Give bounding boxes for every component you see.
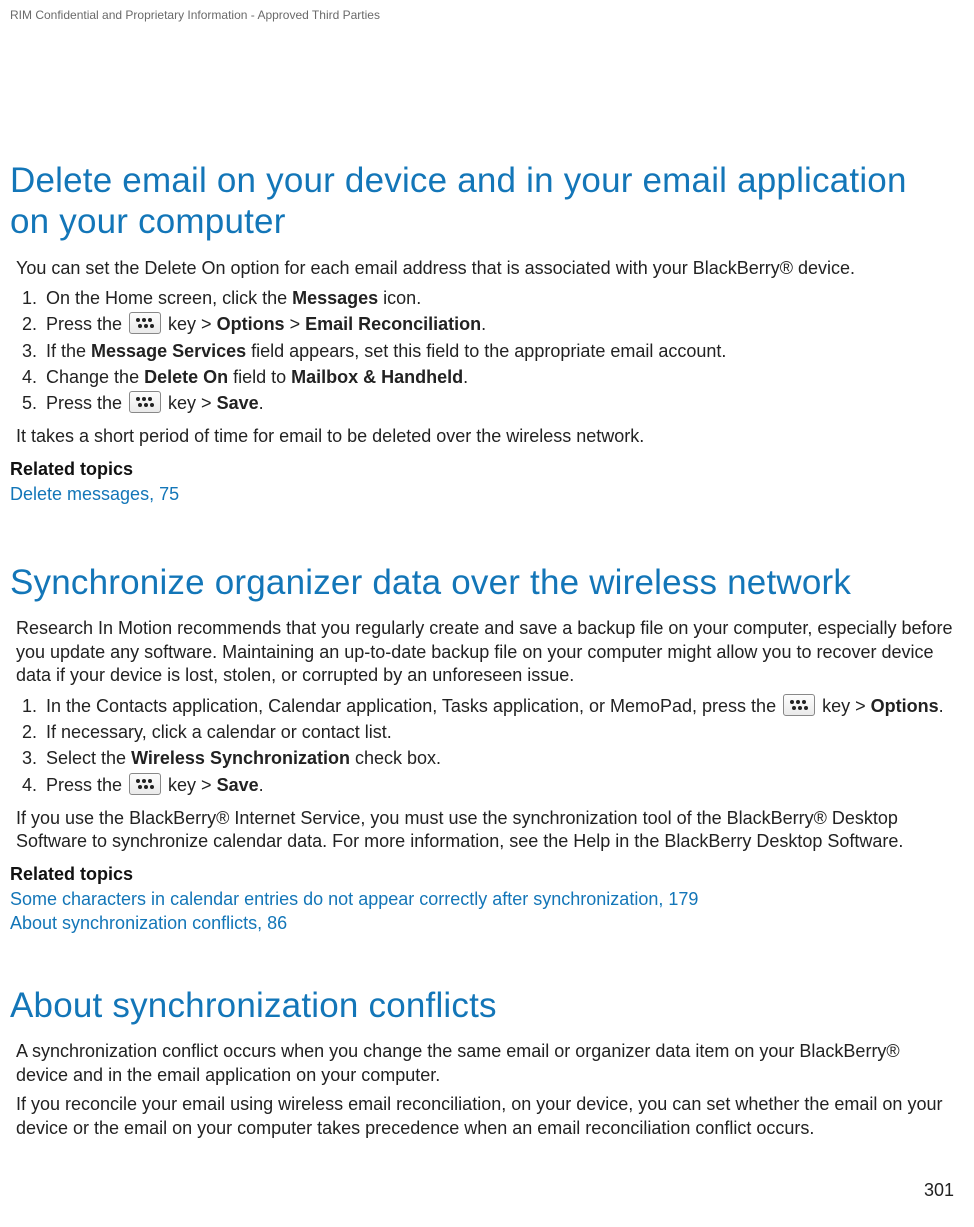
step-text: Select the xyxy=(46,748,131,768)
step-text: . xyxy=(259,775,264,795)
step-text: . xyxy=(481,314,486,334)
list-item: Press the key > Options > Email Reconcil… xyxy=(42,312,954,336)
step-bold: Email Reconciliation xyxy=(305,314,481,334)
step-text: Change the xyxy=(46,367,144,387)
step-bold: Delete On xyxy=(144,367,228,387)
step-text: icon. xyxy=(378,288,421,308)
list-item: On the Home screen, click the Messages i… xyxy=(42,286,954,310)
step-text: key > xyxy=(163,314,217,334)
section-heading-about-conflicts: About synchronization conflicts xyxy=(10,985,954,1026)
page-number: 301 xyxy=(924,1180,954,1201)
step-bold: Options xyxy=(871,696,939,716)
step-bold: Wireless Synchronization xyxy=(131,748,350,768)
step-text: . xyxy=(939,696,944,716)
step-text: > xyxy=(285,314,306,334)
step-text: . xyxy=(259,393,264,413)
intro-text: You can set the Delete On option for eac… xyxy=(16,257,954,280)
list-item: In the Contacts application, Calendar ap… xyxy=(42,694,954,718)
list-item: Select the Wireless Synchronization chec… xyxy=(42,746,954,770)
list-item: If the Message Services field appears, s… xyxy=(42,339,954,363)
step-bold: Mailbox & Handheld xyxy=(291,367,463,387)
related-link-delete-messages[interactable]: Delete messages, 75 xyxy=(10,482,954,506)
step-bold: Save xyxy=(217,393,259,413)
step-text: Press the xyxy=(46,314,127,334)
step-text: key > xyxy=(817,696,871,716)
section-heading-sync-organizer: Synchronize organizer data over the wire… xyxy=(10,562,954,603)
intro-text: Research In Motion recommends that you r… xyxy=(16,617,954,687)
steps-list-delete-email: On the Home screen, click the Messages i… xyxy=(16,286,954,415)
step-bold: Save xyxy=(217,775,259,795)
note-text: It takes a short period of time for emai… xyxy=(16,425,954,448)
step-bold: Messages xyxy=(292,288,378,308)
spacer xyxy=(10,935,954,985)
step-text: check box. xyxy=(350,748,441,768)
step-text: field appears, set this field to the app… xyxy=(246,341,726,361)
step-text: In the Contacts application, Calendar ap… xyxy=(46,696,781,716)
body-paragraph: A synchronization conflict occurs when y… xyxy=(16,1040,954,1087)
blackberry-menu-key-icon xyxy=(129,391,161,413)
step-text: field to xyxy=(228,367,291,387)
step-text: . xyxy=(463,367,468,387)
step-text: Press the xyxy=(46,393,127,413)
related-link-sync-conflicts[interactable]: About synchronization conflicts, 86 xyxy=(10,911,954,935)
blackberry-menu-key-icon xyxy=(783,694,815,716)
blackberry-menu-key-icon xyxy=(129,312,161,334)
blackberry-menu-key-icon xyxy=(129,773,161,795)
step-text: Press the xyxy=(46,775,127,795)
related-topics-label: Related topics xyxy=(10,459,954,480)
related-link-calendar-chars[interactable]: Some characters in calendar entries do n… xyxy=(10,887,954,911)
step-text: key > xyxy=(163,393,217,413)
step-text: On the Home screen, click the xyxy=(46,288,292,308)
body-paragraph: If you reconcile your email using wirele… xyxy=(16,1093,954,1140)
step-text: If the xyxy=(46,341,91,361)
note-text: If you use the BlackBerry® Internet Serv… xyxy=(16,807,954,854)
list-item: Press the key > Save. xyxy=(42,773,954,797)
steps-list-sync: In the Contacts application, Calendar ap… xyxy=(16,694,954,797)
list-item: Press the key > Save. xyxy=(42,391,954,415)
list-item: If necessary, click a calendar or contac… xyxy=(42,720,954,744)
related-topics-label: Related topics xyxy=(10,864,954,885)
step-bold: Options xyxy=(217,314,285,334)
spacer xyxy=(10,506,954,562)
list-item: Change the Delete On field to Mailbox & … xyxy=(42,365,954,389)
step-text: key > xyxy=(163,775,217,795)
step-bold: Message Services xyxy=(91,341,246,361)
document-page: RIM Confidential and Proprietary Informa… xyxy=(0,0,974,1227)
section-heading-delete-email: Delete email on your device and in your … xyxy=(10,160,954,243)
confidential-header: RIM Confidential and Proprietary Informa… xyxy=(10,8,380,22)
page-content: Delete email on your device and in your … xyxy=(10,160,954,1146)
